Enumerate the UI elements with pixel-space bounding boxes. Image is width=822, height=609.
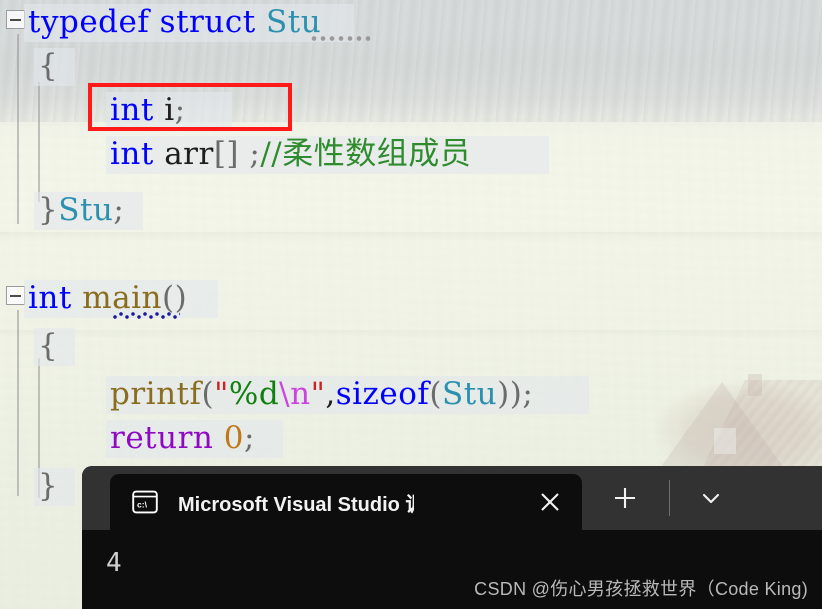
console-tab-title: Microsoft Visual Studio 调试控制台 (178, 493, 414, 516)
code-token: () (161, 280, 188, 316)
code-token: [] (213, 136, 240, 172)
console-window[interactable]: c:\ Microsoft Visual Studio 调试控制台 (82, 466, 822, 609)
code-token: " (310, 376, 326, 412)
screenshot-root: typedef struct Stu{int i; int arr[] ;//柔性… (0, 0, 822, 609)
code-line[interactable]: } (0, 464, 58, 508)
code-token: //柔性数组成员 (260, 136, 472, 172)
plus-icon[interactable] (610, 483, 640, 513)
code-token: typedef struct (28, 4, 267, 40)
csdn-watermark: CSDN @伤心男孩拯救世界（Code King) (474, 579, 808, 599)
code-token: ; (243, 420, 255, 456)
code-token: ( (429, 376, 442, 412)
code-token: ; (239, 136, 261, 172)
code-token: %d (228, 376, 280, 412)
code-token: int (110, 92, 154, 128)
code-token: Stu (441, 376, 498, 412)
code-token: int (110, 136, 154, 172)
code-token: ( (201, 376, 215, 412)
code-token: sizeof (335, 376, 430, 412)
code-line[interactable]: printf("%d\n",sizeof(Stu)); (0, 372, 533, 416)
code-token: " (214, 376, 229, 412)
terminal-cmd-icon: c:\ (132, 489, 158, 515)
console-output-text: 4 (106, 548, 122, 578)
code-token: , (325, 376, 336, 412)
code-token: { (38, 328, 59, 364)
code-token: printf (110, 376, 202, 412)
code-token: int (28, 280, 72, 316)
code-token: arr (153, 136, 214, 172)
code-line[interactable]: int i; (0, 88, 186, 132)
code-token: ; (522, 376, 534, 412)
code-line[interactable]: int arr[] ;//柔性数组成员 (0, 132, 471, 176)
code-token: main (82, 280, 162, 316)
code-token: Stu (266, 4, 322, 40)
code-token: return (110, 420, 214, 456)
code-token: { (38, 48, 59, 84)
code-token: \n (279, 376, 311, 412)
code-token: )) (497, 376, 523, 412)
console-titlebar[interactable]: c:\ Microsoft Visual Studio 调试控制台 (82, 466, 822, 530)
code-token: ; (113, 192, 125, 228)
code-token: 0 (223, 420, 244, 456)
console-output-area[interactable]: 4 CSDN @伤心男孩拯救世界（Code King) (82, 530, 822, 609)
chevron-down-icon[interactable] (696, 483, 726, 513)
code-token: Stu (58, 192, 114, 228)
code-line[interactable]: }Stu; (0, 188, 124, 232)
close-icon[interactable] (536, 488, 564, 516)
code-token: } (38, 468, 59, 504)
code-token: } (38, 192, 59, 228)
code-line[interactable]: return 0; (0, 416, 255, 460)
code-token: i (153, 92, 175, 128)
code-line[interactable]: { (0, 324, 58, 368)
error-squiggle-icon (112, 312, 180, 319)
toolbar-divider (669, 480, 670, 516)
code-line[interactable]: { (0, 44, 58, 88)
intellisense-dotted-underline-icon (311, 36, 371, 41)
svg-text:c:\: c:\ (137, 500, 148, 510)
code-line[interactable]: typedef struct Stu (0, 0, 321, 44)
console-tab-active[interactable]: c:\ Microsoft Visual Studio 调试控制台 (110, 474, 582, 530)
code-token: ; (174, 92, 186, 128)
